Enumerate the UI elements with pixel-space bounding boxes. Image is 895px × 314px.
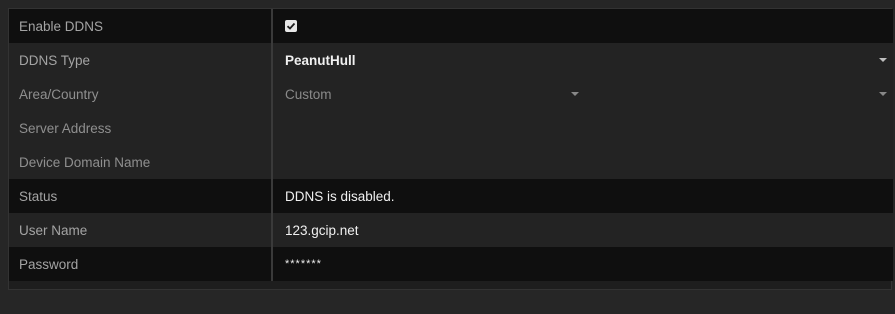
row-password: Password *******	[9, 247, 893, 281]
ddns-type-select[interactable]: PeanutHull	[273, 43, 893, 77]
row-enable-ddns: Enable DDNS	[9, 9, 893, 43]
server-address-label: Server Address	[9, 111, 273, 145]
device-domain-name-field[interactable]	[273, 145, 893, 179]
row-server-address: Server Address	[9, 111, 893, 145]
checkmark-icon	[286, 22, 296, 30]
row-user-name: User Name 123.gcip.net	[9, 213, 893, 247]
area-country-label: Area/Country	[9, 77, 273, 111]
user-name-field[interactable]: 123.gcip.net	[273, 213, 893, 247]
row-ddns-type: DDNS Type PeanutHull	[9, 43, 893, 77]
enable-ddns-checkbox[interactable]	[285, 20, 297, 32]
chevron-down-icon	[879, 92, 887, 96]
ddns-type-value: PeanutHull	[285, 52, 356, 68]
server-address-field[interactable]	[273, 111, 893, 145]
chevron-down-icon	[571, 92, 579, 96]
chevron-down-icon	[879, 58, 887, 62]
enable-ddns-label: Enable DDNS	[9, 9, 273, 43]
panel-bottom-strip	[8, 290, 892, 306]
enable-ddns-value	[273, 9, 893, 43]
ddns-type-label: DDNS Type	[9, 43, 273, 77]
user-name-label: User Name	[9, 213, 273, 247]
ddns-settings-panel: Enable DDNS DDNS Type PeanutHull Area/Co…	[0, 0, 895, 314]
device-domain-name-label: Device Domain Name	[9, 145, 273, 179]
area-country-value: Custom	[273, 77, 893, 111]
area-country-selects: Custom	[285, 77, 893, 111]
status-value: DDNS is disabled.	[273, 179, 893, 213]
area-country-select-value: Custom	[285, 86, 332, 102]
row-device-domain-name: Device Domain Name	[9, 145, 893, 179]
status-label: Status	[9, 179, 273, 213]
password-label: Password	[9, 247, 273, 281]
password-field[interactable]: *******	[273, 247, 893, 281]
area-country-secondary-select[interactable]	[585, 77, 893, 111]
ddns-form: Enable DDNS DDNS Type PeanutHull Area/Co…	[8, 8, 893, 290]
row-area-country: Area/Country Custom	[9, 77, 893, 111]
row-status: Status DDNS is disabled.	[9, 179, 893, 213]
area-country-select[interactable]: Custom	[285, 77, 585, 111]
